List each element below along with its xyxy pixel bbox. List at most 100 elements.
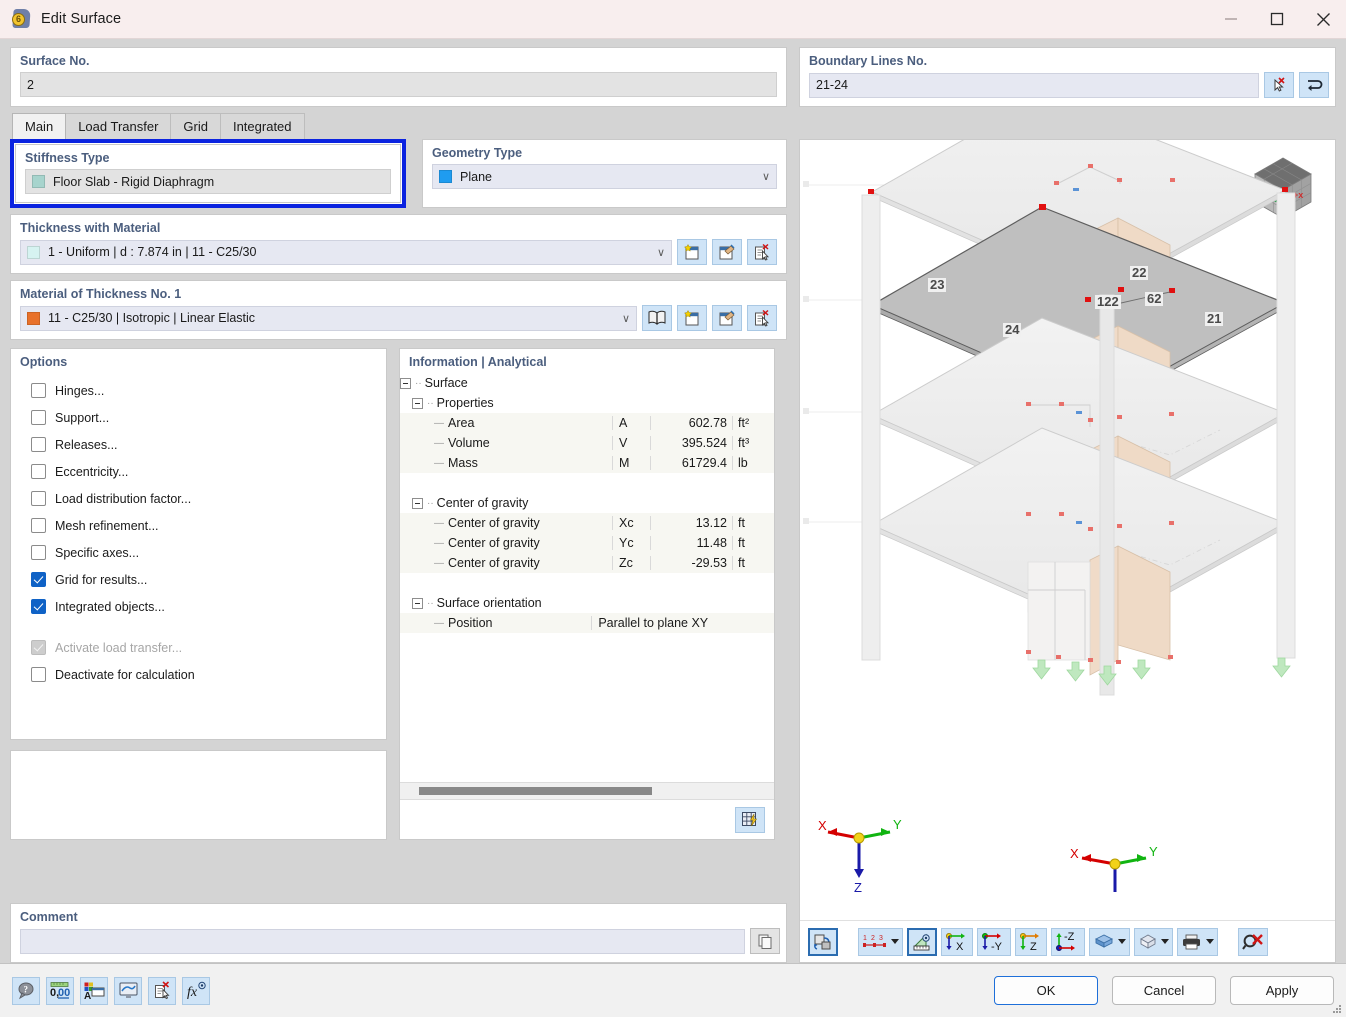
collapse-icon[interactable]: [412, 397, 423, 409]
view-x-button[interactable]: X: [941, 927, 973, 956]
option-label: Releases...: [55, 437, 118, 452]
delete-material-button[interactable]: [747, 305, 777, 331]
option-row[interactable]: Releases...: [11, 431, 386, 458]
tree-data-row[interactable]: — Mass M 61729.4 lb: [400, 453, 774, 473]
view-negy-button[interactable]: -Y: [977, 927, 1011, 956]
display-style-button[interactable]: [1089, 927, 1130, 956]
units-decimals-button[interactable]: 0, 00: [46, 976, 74, 1005]
tab-integrated[interactable]: Integrated: [219, 113, 305, 139]
stiffness-type-select[interactable]: Floor Slab - Rigid Diaphragm: [25, 169, 391, 194]
pick-lines-button[interactable]: [1264, 72, 1294, 98]
option-row[interactable]: Activate load transfer...: [11, 634, 386, 661]
tree-value: 11.48: [650, 536, 732, 550]
tree-data-row[interactable]: [400, 473, 774, 493]
checkbox[interactable]: [31, 545, 46, 560]
delete-thickness-button[interactable]: [747, 239, 777, 265]
zoom-cancel-button[interactable]: [1238, 927, 1268, 956]
measure-button[interactable]: [907, 927, 937, 956]
collapse-icon[interactable]: [412, 497, 423, 509]
checkbox[interactable]: [31, 640, 46, 655]
view-negz-button[interactable]: -Z: [1051, 927, 1085, 956]
checkbox[interactable]: [31, 383, 46, 398]
option-row[interactable]: Support...: [11, 404, 386, 431]
tree-data-row[interactable]: — Area A 602.78 ft²: [400, 413, 774, 433]
thickness-select[interactable]: 1 - Uniform | d : 7.874 in | 11 - C25/30…: [20, 239, 672, 265]
comment-copy-button[interactable]: [750, 928, 780, 954]
tab-grid[interactable]: Grid: [170, 113, 221, 139]
checkbox[interactable]: [31, 518, 46, 533]
ok-button[interactable]: OK: [994, 976, 1098, 1005]
resize-grip[interactable]: [1330, 1002, 1342, 1014]
formula-button[interactable]: fx: [182, 976, 210, 1005]
option-row[interactable]: Eccentricity...: [11, 458, 386, 485]
edit-material-button[interactable]: [712, 305, 742, 331]
render-mode-button[interactable]: [808, 927, 838, 956]
tree-data-row[interactable]: — Center of gravity Zc -29.53 ft: [400, 553, 774, 573]
numbering-button[interactable]: 1 2 3: [858, 927, 903, 956]
checkbox[interactable]: [31, 464, 46, 479]
close-button[interactable]: [1300, 0, 1346, 39]
apply-button[interactable]: Apply: [1230, 976, 1334, 1005]
chevron-down-icon[interactable]: [891, 939, 899, 944]
tree-group-row[interactable]: ·· Properties: [400, 393, 774, 413]
visibility-button[interactable]: [114, 976, 142, 1005]
checkbox[interactable]: [31, 437, 46, 452]
option-row[interactable]: Specific axes...: [11, 539, 386, 566]
delete-button[interactable]: [148, 976, 176, 1005]
chevron-down-icon[interactable]: [1118, 939, 1126, 944]
tab-load-transfer[interactable]: Load Transfer: [65, 113, 172, 139]
tree-data-row[interactable]: — Position Parallel to plane XY: [400, 613, 774, 633]
display-properties-button[interactable]: A: [80, 976, 108, 1005]
new-material-button[interactable]: [677, 305, 707, 331]
option-row[interactable]: Deactivate for calculation: [11, 661, 386, 688]
option-row[interactable]: Grid for results...: [11, 566, 386, 593]
checkbox[interactable]: [31, 491, 46, 506]
tree-data-row[interactable]: [400, 573, 774, 593]
view-z-button[interactable]: Z: [1015, 927, 1047, 956]
information-label: Information | Analytical: [409, 355, 547, 369]
option-row[interactable]: Mesh refinement...: [11, 512, 386, 539]
option-row[interactable]: Load distribution factor...: [11, 485, 386, 512]
information-footer: [400, 799, 774, 839]
material-select[interactable]: 11 - C25/30 | Isotropic | Linear Elastic…: [20, 305, 637, 331]
collapse-icon[interactable]: [400, 377, 411, 389]
information-tree[interactable]: ·· Surface ·· Properties — Area A 602.78 ft² — Vol…: [400, 373, 774, 782]
tree-group-row[interactable]: ·· Center of gravity: [400, 493, 774, 513]
reverse-orientation-button[interactable]: [1299, 72, 1329, 98]
chevron-down-icon[interactable]: [1206, 939, 1214, 944]
surface-no-input[interactable]: 2: [20, 72, 777, 97]
minimize-button[interactable]: [1208, 0, 1254, 39]
tree-data-row[interactable]: — Center of gravity Xc 13.12 ft: [400, 513, 774, 533]
edit-thickness-button[interactable]: [712, 239, 742, 265]
material-library-button[interactable]: [642, 305, 672, 331]
cancel-button[interactable]: Cancel: [1112, 976, 1216, 1005]
help-button[interactable]: ?: [12, 976, 40, 1005]
comment-input[interactable]: [20, 928, 745, 954]
option-row[interactable]: Hinges...: [11, 377, 386, 404]
new-thickness-button[interactable]: [677, 239, 707, 265]
maximize-button[interactable]: [1254, 0, 1300, 39]
chevron-down-icon: ∨: [621, 312, 630, 325]
tree-group-row[interactable]: ·· Surface orientation: [400, 593, 774, 613]
print-button[interactable]: [1177, 927, 1218, 956]
checkbox[interactable]: [31, 410, 46, 425]
option-row[interactable]: Integrated objects...: [11, 593, 386, 620]
boundary-lines-input[interactable]: 21-24: [809, 72, 1259, 98]
checkbox[interactable]: [31, 599, 46, 614]
checkbox[interactable]: [31, 572, 46, 587]
results-table-button[interactable]: [735, 806, 765, 833]
geometry-type-select[interactable]: Plane ∨: [432, 164, 777, 189]
tree-row-label: Center of gravity: [436, 496, 529, 510]
chevron-down-icon[interactable]: [1161, 939, 1169, 944]
tree-data-row[interactable]: — Volume V 395.524 ft³: [400, 433, 774, 453]
model-canvas[interactable]: +y +x: [800, 140, 1335, 920]
tree-data-row[interactable]: — Center of gravity Yc 11.48 ft: [400, 533, 774, 553]
view-cube-button[interactable]: [1134, 927, 1173, 956]
tab-main[interactable]: Main: [12, 113, 67, 139]
tree-group-row[interactable]: ·· Surface: [400, 373, 774, 393]
checkbox[interactable]: [31, 667, 46, 682]
collapse-icon[interactable]: [412, 597, 423, 609]
tree-row-label: Center of gravity: [448, 556, 540, 570]
information-hscrollbar[interactable]: [400, 782, 774, 799]
option-label: Hinges...: [55, 383, 105, 398]
